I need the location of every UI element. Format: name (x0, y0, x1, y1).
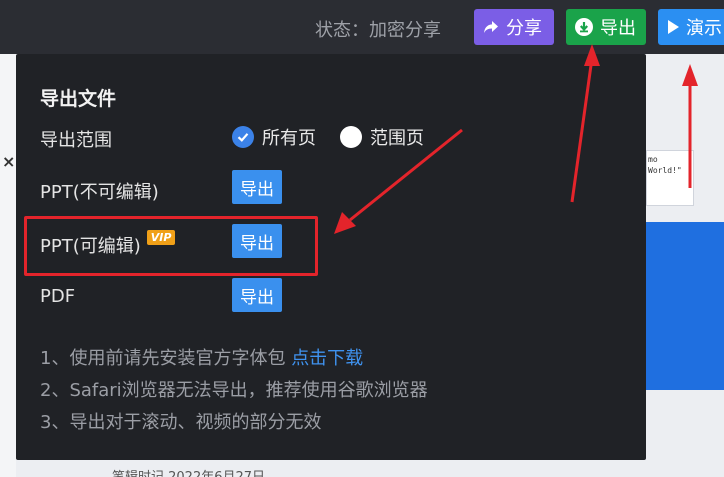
export-button-label: 导出 (600, 18, 636, 39)
note-1-text: 1、使用前请先安装官方字体包 (40, 348, 292, 369)
download-cloud-icon (575, 18, 593, 36)
note-3: 3、导出对于滚动、视频的部分无效 (40, 412, 322, 433)
note-1: 1、使用前请先安装官方字体包 点击下载 (40, 344, 363, 370)
radio-all-pages[interactable]: 所有页 (232, 124, 316, 150)
pdf-label: PDF (40, 286, 76, 307)
play-icon (668, 20, 679, 34)
top-toolbar: 状态：加密分享 分享 导出 演示 (0, 0, 724, 54)
highlight-box (24, 216, 318, 276)
present-button[interactable]: 演示 (658, 9, 724, 45)
present-button-label: 演示 (686, 18, 722, 39)
radio-range-pages[interactable]: 范围页 (340, 124, 424, 150)
export-pdf-button[interactable]: 导出 (232, 278, 282, 312)
radio-all-pages-label: 所有页 (262, 128, 316, 149)
share-arrow-icon (484, 21, 498, 33)
download-font-link[interactable]: 点击下载 (291, 348, 363, 369)
share-button-label: 分享 (506, 18, 542, 39)
thumbnail-code-text: mo World!" (648, 155, 682, 175)
document-footer-text: 笔辑时记 2022年6月27日 (112, 466, 265, 477)
slide-preview (646, 222, 724, 390)
document-left-strip (0, 54, 16, 477)
ppt-noneditable-label: PPT(不可编辑) (40, 182, 159, 203)
note-2: 2、Safari浏览器无法导出，推荐使用谷歌浏览器 (40, 380, 428, 401)
close-icon[interactable]: × (2, 152, 15, 171)
share-button[interactable]: 分享 (474, 9, 554, 45)
share-status: 状态：加密分享 (315, 20, 441, 41)
export-range-label: 导出范围 (40, 130, 112, 151)
export-ppt-noneditable-button[interactable]: 导出 (232, 170, 282, 204)
radio-unchecked-icon (340, 126, 362, 148)
export-button[interactable]: 导出 (566, 9, 646, 45)
panel-title: 导出文件 (40, 88, 117, 110)
radio-checked-icon (232, 126, 254, 148)
radio-range-pages-label: 范围页 (370, 128, 424, 149)
